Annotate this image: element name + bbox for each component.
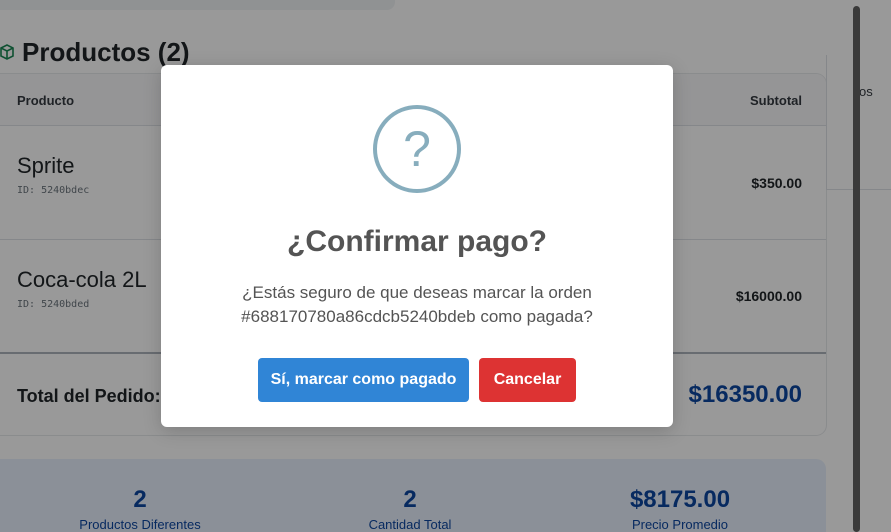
- confirm-payment-dialog: ? ¿Confirmar pago? ¿Estás seguro de que …: [161, 65, 673, 427]
- scrollbar-thumb[interactable]: [853, 6, 860, 532]
- question-mark-glyph: ?: [403, 121, 431, 177]
- confirm-mark-paid-button[interactable]: Sí, marcar como pagado: [258, 358, 469, 402]
- dialog-message: ¿Estás seguro de que deseas marcar la or…: [241, 283, 593, 326]
- cancel-button[interactable]: Cancelar: [479, 358, 576, 402]
- dialog-title: ¿Confirmar pago?: [287, 225, 547, 258]
- question-icon: ?: [373, 105, 461, 193]
